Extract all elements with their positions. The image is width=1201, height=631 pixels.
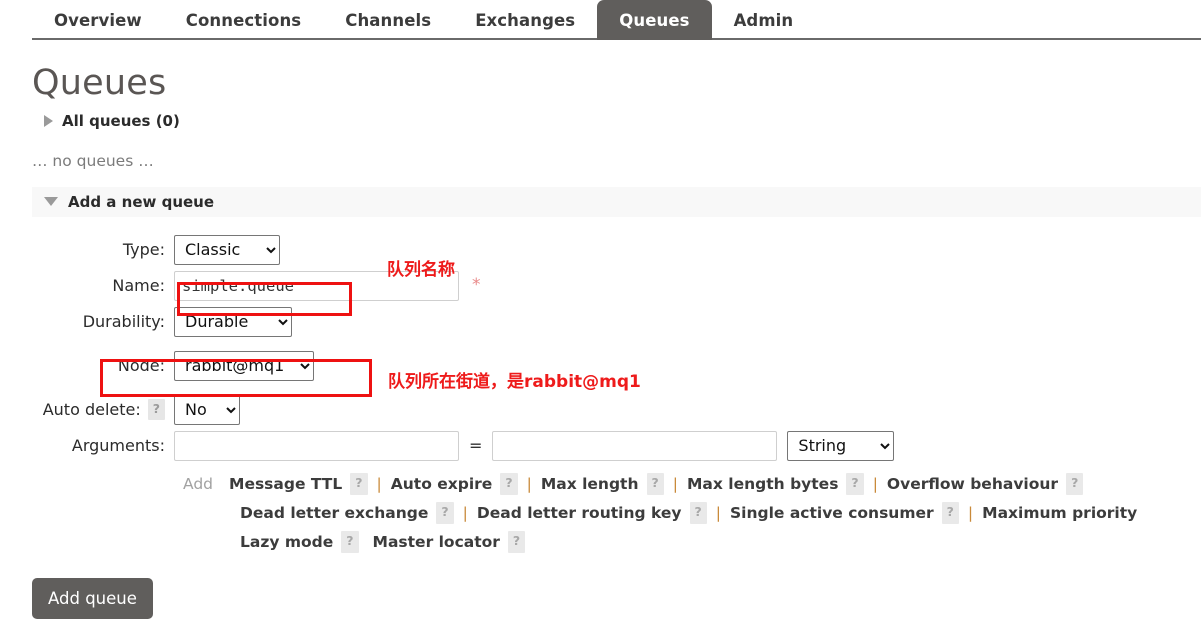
preset-lazy-mode[interactable]: Lazy mode [240, 528, 333, 557]
all-queues-toggle[interactable]: All queues (0) [44, 112, 1201, 130]
type-label: Type: [0, 240, 174, 259]
preset-separator: | [527, 470, 532, 499]
tab-admin[interactable]: Admin [712, 0, 816, 40]
chevron-right-icon [44, 115, 53, 127]
empty-queues-message: … no queues … [32, 152, 1201, 170]
tab-connections[interactable]: Connections [164, 0, 323, 40]
preset-master-locator[interactable]: Master locator [373, 528, 500, 557]
argument-type-select[interactable]: String [787, 431, 894, 461]
arguments-equals-sign: = [469, 436, 482, 455]
argument-presets: Add Message TTL ? | Auto expire ? | Max … [183, 470, 1201, 557]
preset-dead-letter-exchange-help-icon[interactable]: ? [436, 502, 453, 524]
add-queue-form: Type: Classic Name: * Durability: Durabl… [0, 233, 1201, 619]
preset-separator: | [377, 470, 382, 499]
preset-auto-expire-help-icon[interactable]: ? [500, 473, 517, 495]
node-label: Node: [0, 356, 174, 375]
nav-tabs: Overview Connections Channels Exchanges … [32, 0, 1201, 40]
preset-dead-letter-routing-key[interactable]: Dead letter routing key [477, 499, 682, 528]
page-title: Queues [32, 64, 1201, 103]
form-row-name: Name: * [0, 269, 1201, 303]
add-new-queue-toggle[interactable]: Add a new queue [32, 187, 1201, 217]
node-annotation-text: 队列所在街道，是rabbit@mq1 [388, 367, 641, 392]
preset-max-length[interactable]: Max length [541, 470, 639, 499]
preset-max-length-bytes-help-icon[interactable]: ? [846, 473, 863, 495]
preset-separator: | [673, 470, 678, 499]
preset-dead-letter-exchange[interactable]: Dead letter exchange [240, 499, 428, 528]
preset-max-length-bytes[interactable]: Max length bytes [687, 470, 838, 499]
preset-auto-expire[interactable]: Auto expire [391, 470, 493, 499]
preset-max-length-help-icon[interactable]: ? [647, 473, 664, 495]
argument-presets-line-1: Add Message TTL ? | Auto expire ? | Max … [183, 470, 1201, 499]
argument-presets-line-3: Lazy mode ? Master locator ? [240, 528, 1201, 557]
tab-queues[interactable]: Queues [597, 0, 711, 40]
add-queue-button[interactable]: Add queue [32, 578, 153, 619]
tab-overview[interactable]: Overview [32, 0, 164, 40]
auto-delete-label: Auto delete: ? [0, 399, 174, 421]
form-row-durability: Durability: Durable [0, 305, 1201, 339]
preset-single-active-consumer-help-icon[interactable]: ? [942, 502, 959, 524]
top-navbar: Overview Connections Channels Exchanges … [0, 0, 1201, 40]
name-annotation-text: 队列名称 [387, 255, 455, 280]
type-select[interactable]: Classic [174, 235, 280, 265]
preset-overflow-behaviour-help-icon[interactable]: ? [1066, 473, 1083, 495]
preset-separator: | [873, 470, 878, 499]
add-new-queue-label: Add a new queue [68, 193, 214, 211]
argument-presets-line-2: Dead letter exchange ? | Dead letter rou… [240, 499, 1201, 528]
name-required-marker: * [472, 277, 481, 294]
name-label: Name: [0, 276, 174, 295]
preset-lazy-mode-help-icon[interactable]: ? [341, 531, 358, 553]
all-queues-label: All queues (0) [62, 112, 180, 130]
preset-maximum-priority[interactable]: Maximum priority [982, 499, 1137, 528]
preset-separator: | [968, 499, 973, 528]
form-row-auto-delete: Auto delete: ? No [0, 393, 1201, 427]
preset-single-active-consumer[interactable]: Single active consumer [730, 499, 934, 528]
preset-message-ttl[interactable]: Message TTL [229, 470, 342, 499]
auto-delete-label-text: Auto delete: [43, 400, 141, 419]
preset-overflow-behaviour[interactable]: Overflow behaviour [887, 470, 1058, 499]
form-row-arguments: Arguments: = String [0, 429, 1201, 463]
form-row-type: Type: Classic [0, 233, 1201, 267]
durability-label: Durability: [0, 312, 174, 331]
tab-channels[interactable]: Channels [323, 0, 453, 40]
preset-dead-letter-routing-key-help-icon[interactable]: ? [690, 502, 707, 524]
argument-value-input[interactable] [492, 431, 777, 461]
preset-message-ttl-help-icon[interactable]: ? [350, 473, 367, 495]
auto-delete-select[interactable]: No [174, 395, 240, 425]
preset-separator: | [716, 499, 721, 528]
node-select[interactable]: rabbit@mq1 [174, 351, 314, 381]
preset-master-locator-help-icon[interactable]: ? [508, 531, 525, 553]
preset-separator: | [463, 499, 468, 528]
add-argument-label: Add [183, 470, 213, 499]
tab-exchanges[interactable]: Exchanges [453, 0, 597, 40]
auto-delete-help-icon[interactable]: ? [148, 399, 165, 421]
argument-key-input[interactable] [174, 431, 459, 461]
chevron-down-icon [44, 197, 58, 206]
durability-select[interactable]: Durable [174, 307, 292, 337]
arguments-label: Arguments: [0, 436, 174, 455]
